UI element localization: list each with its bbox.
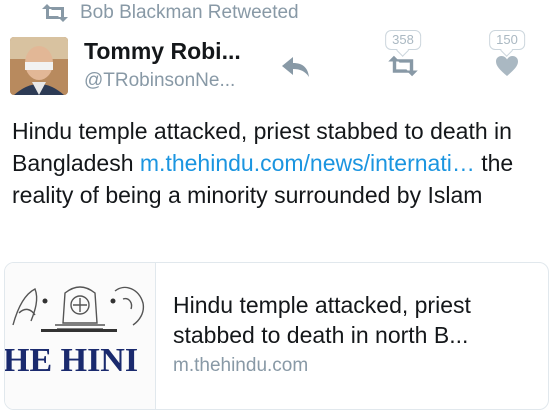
retweet-context-label: Bob Blackman Retweeted <box>80 2 299 23</box>
like-button[interactable]: 150 <box>478 30 536 82</box>
author-handle[interactable]: @TRobinsonNe... <box>84 70 235 92</box>
heart-icon <box>495 55 519 82</box>
retweet-context: Bob Blackman Retweeted <box>40 2 299 24</box>
retweet-count: 358 <box>385 30 421 50</box>
retweet-button[interactable]: 358 <box>372 30 434 82</box>
reply-arrow-icon <box>281 57 311 82</box>
card-thumbnail-text: HE HINI <box>5 342 138 379</box>
card-thumbnail: HE HINI <box>5 263 156 409</box>
retweet-action-icon <box>386 55 420 82</box>
card-title: Hindu temple attacked, priest stabbed to… <box>173 292 471 348</box>
link-preview-card[interactable]: HE HINI Hindu temple attacked, priest st… <box>4 262 549 410</box>
retweet-icon <box>40 4 70 22</box>
tweet-link[interactable]: m.thehindu.com/news/​internati… <box>140 150 475 176</box>
like-count: 150 <box>489 30 525 50</box>
card-domain: m.thehindu.com <box>173 355 309 376</box>
author-name[interactable]: Tommy Robi... <box>84 38 241 65</box>
avatar[interactable] <box>10 37 68 95</box>
reply-button[interactable] <box>281 56 311 80</box>
tweet-text: Hindu temple attacked, priest stabbed to… <box>12 115 550 211</box>
